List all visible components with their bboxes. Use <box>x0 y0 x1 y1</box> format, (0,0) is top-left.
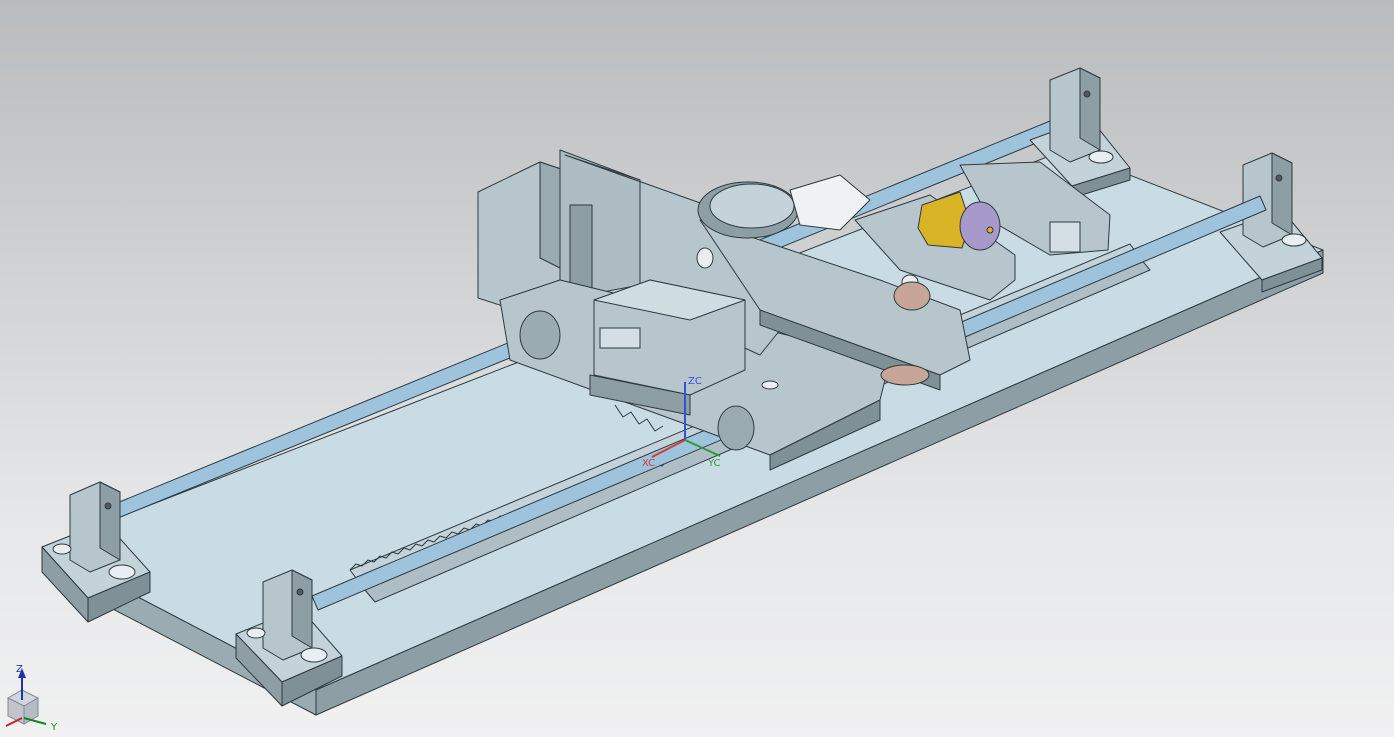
csys-xc-label: XC <box>642 458 655 469</box>
assembly-model[interactable]: ZC XC YC <box>0 0 1394 737</box>
csys-yc-label: YC <box>707 458 721 469</box>
view-triad[interactable]: Z Y <box>0 660 70 737</box>
triad-z-label: Z <box>16 664 23 675</box>
pulley-gear[interactable] <box>697 181 799 239</box>
triad-y-label: Y <box>51 722 58 733</box>
cad-graphics-window[interactable]: ZC XC YC Z Y <box>0 0 1394 737</box>
csys-zc-label: ZC <box>688 376 702 387</box>
